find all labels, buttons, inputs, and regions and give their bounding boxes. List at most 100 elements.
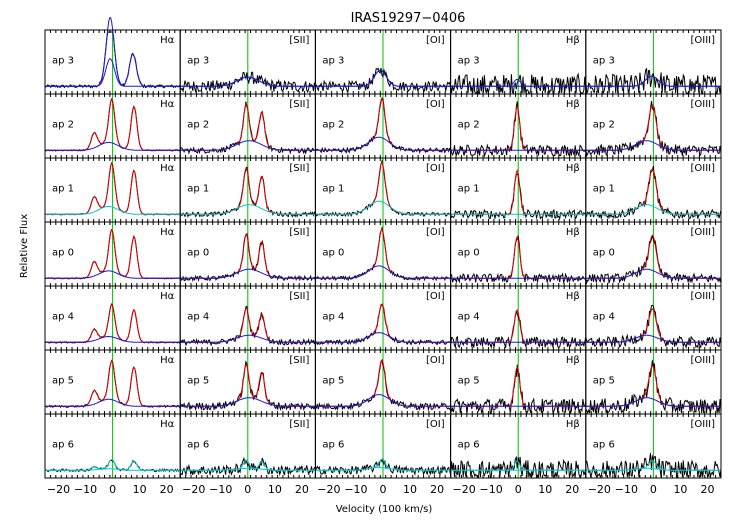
x-tick-label: 20 — [700, 483, 714, 496]
aperture-label: ap 6 — [187, 439, 209, 450]
x-tick-label: 10 — [673, 483, 687, 496]
panel-6-1: ap 6 [SII] — [179, 413, 316, 479]
panel-0-0: ap 3 Hα — [44, 17, 181, 95]
panel-6-0: ap 6 Hα — [44, 413, 181, 479]
panel-0-1: ap 3 [SII] — [179, 29, 316, 95]
panel-6-3: ap 6 Hβ — [450, 413, 587, 479]
aperture-label: ap 4 — [593, 311, 615, 322]
panel-4-0: ap 4 Hα — [44, 285, 181, 351]
panel-4-4: ap 4 [OIII] — [585, 285, 722, 351]
aperture-label: ap 5 — [52, 375, 74, 386]
aperture-label: ap 5 — [322, 375, 344, 386]
panel-grid: ap 3Hαap 3[SII]ap 3[OI]ap 3Hβap 3[OIII]a… — [44, 17, 722, 479]
aperture-label: ap 3 — [187, 55, 209, 66]
emission-line-label: Hα — [160, 355, 175, 366]
x-tick-label: −20 — [47, 483, 70, 496]
x-tick-label: −20 — [588, 483, 611, 496]
panel-1-3: ap 2 Hβ — [450, 93, 587, 159]
aperture-label: ap 6 — [52, 439, 74, 450]
aperture-label: ap 2 — [187, 119, 209, 130]
panel-1-4: ap 2 [OIII] — [585, 93, 722, 159]
emission-line-label: [OIII] — [690, 35, 715, 46]
emission-line-label: Hα — [160, 291, 175, 302]
panel-1-1: ap 2 [SII] — [179, 93, 316, 159]
aperture-label: ap 4 — [458, 311, 480, 322]
panel-3-2: ap 0 [OI] — [314, 221, 452, 287]
x-tick-label: 20 — [295, 483, 309, 496]
emission-line-label: [OIII] — [690, 227, 715, 238]
emission-line-label: Hα — [160, 35, 175, 46]
emission-line-label: [OI] — [426, 227, 445, 238]
emission-line-label: [OI] — [426, 35, 445, 46]
emission-line-label: [SII] — [289, 419, 309, 430]
x-tick-label: 10 — [268, 483, 282, 496]
aperture-label: ap 4 — [52, 311, 74, 322]
panel-2-1: ap 1 [SII] — [179, 157, 316, 223]
chart-title: IRAS19297−0406 — [351, 11, 466, 26]
aperture-label: ap 0 — [322, 247, 344, 258]
x-tick-labels: −20 −10 0 10 20 −20 −10 0 10 20 −20 −10 0 10 20 −20 −10 0… — [47, 483, 715, 496]
panel-2-2: ap 1 [OI] — [314, 157, 452, 223]
x-tick-label: 0 — [515, 483, 522, 496]
x-tick-label: −10 — [344, 483, 367, 496]
x-tick-label: 0 — [380, 483, 387, 496]
emission-line-label: Hβ — [566, 291, 580, 302]
panel-4-2: ap 4 [OI] — [314, 285, 452, 351]
aperture-label: ap 3 — [458, 55, 480, 66]
emission-line-label: [OI] — [426, 419, 445, 430]
emission-line-label: Hβ — [566, 35, 580, 46]
emission-line-label: Hα — [160, 163, 175, 174]
panel-4-1: ap 4 [SII] — [179, 285, 316, 351]
aperture-label: ap 0 — [593, 247, 615, 258]
emission-line-label: Hα — [160, 419, 175, 430]
panel-3-4: ap 0 [OIII] — [585, 221, 722, 287]
emission-line-label: [SII] — [289, 291, 309, 302]
x-tick-label: −20 — [317, 483, 340, 496]
x-tick-label: 20 — [430, 483, 444, 496]
aperture-label: ap 6 — [322, 439, 344, 450]
panel-5-0: ap 5 Hα — [44, 349, 181, 415]
x-tick-label: 0 — [244, 483, 251, 496]
emission-line-label: [SII] — [289, 163, 309, 174]
panel-2-3: ap 1 Hβ — [450, 157, 587, 223]
x-tick-label: −20 — [453, 483, 476, 496]
emission-line-label: Hβ — [566, 355, 580, 366]
aperture-label: ap 0 — [458, 247, 480, 258]
x-tick-label: 10 — [133, 483, 147, 496]
aperture-label: ap 1 — [593, 183, 615, 194]
emission-line-label: [SII] — [289, 99, 309, 110]
panel-5-2: ap 5 [OI] — [314, 349, 452, 415]
aperture-label: ap 6 — [458, 439, 480, 450]
x-tick-label: 0 — [650, 483, 657, 496]
emission-line-label: Hα — [160, 227, 175, 238]
y-axis-label: Relative Flux — [19, 214, 30, 278]
emission-line-label: [SII] — [289, 227, 309, 238]
aperture-label: ap 1 — [458, 183, 480, 194]
panel-2-0: ap 1 Hα — [44, 157, 181, 223]
panel-3-3: ap 0 Hβ — [450, 221, 587, 287]
emission-line-label: [OIII] — [690, 163, 715, 174]
emission-line-label: Hβ — [566, 163, 580, 174]
aperture-label: ap 0 — [187, 247, 209, 258]
panel-5-4: ap 5 [OIII] — [585, 349, 722, 415]
aperture-label: ap 3 — [322, 55, 344, 66]
panel-3-1: ap 0 [SII] — [179, 221, 316, 287]
emission-line-label: Hβ — [566, 99, 580, 110]
x-tick-label: −20 — [182, 483, 205, 496]
aperture-label: ap 0 — [52, 247, 74, 258]
spectra-grid-figure: IRAS19297−0406 Velocity (100 km/s) Relat… — [19, 11, 722, 515]
panel-0-2: ap 3 [OI] — [314, 29, 452, 95]
panel-4-3: ap 4 Hβ — [450, 285, 587, 351]
emission-line-label: [OIII] — [690, 99, 715, 110]
aperture-label: ap 5 — [593, 375, 615, 386]
panel-6-4: ap 6 [OIII] — [585, 413, 722, 479]
panel-2-4: ap 1 [OIII] — [585, 157, 722, 223]
x-tick-label: −10 — [615, 483, 638, 496]
x-tick-label: 20 — [160, 483, 174, 496]
x-tick-label: 20 — [565, 483, 579, 496]
panel-0-3: ap 3 Hβ — [450, 29, 587, 95]
emission-line-label: [OIII] — [690, 291, 715, 302]
aperture-label: ap 4 — [187, 311, 209, 322]
aperture-label: ap 2 — [458, 119, 480, 130]
panel-3-0: ap 0 Hα — [44, 221, 181, 287]
